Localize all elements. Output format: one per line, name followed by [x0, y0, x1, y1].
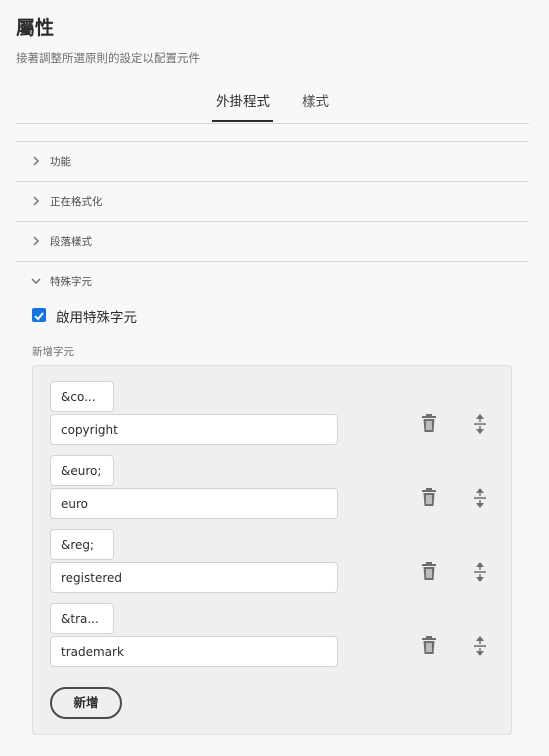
char-name-input[interactable]: trademark — [50, 636, 338, 667]
accordion-paragraph-styles[interactable]: 段落樣式 — [16, 221, 529, 261]
trash-icon[interactable] — [419, 487, 439, 509]
add-char-button[interactable]: 新增 — [50, 687, 122, 719]
accordion-label: 段落樣式 — [50, 236, 92, 248]
chevron-right-icon — [33, 196, 39, 206]
char-code-input[interactable]: &reg; — [50, 529, 114, 560]
reorder-icon[interactable] — [470, 560, 490, 584]
chevron-down-icon — [31, 278, 41, 284]
accordion-formatting[interactable]: 正在格式化 — [16, 181, 529, 221]
accordion-special-chars[interactable]: 特殊字元 — [16, 261, 529, 301]
char-code-input[interactable]: &tra... — [50, 603, 114, 634]
page-subtitle: 接著調整所選原則的設定以配置元件 — [16, 51, 200, 65]
chevron-right-icon — [33, 236, 39, 246]
add-chars-label: 新增字元 — [32, 346, 74, 358]
char-name-input[interactable]: copyright — [50, 414, 338, 445]
tab-plugins[interactable]: 外掛程式 — [216, 90, 270, 110]
chevron-right-icon — [33, 156, 39, 166]
accordion-features[interactable]: 功能 — [16, 141, 529, 181]
char-name-input[interactable]: registered — [50, 562, 338, 593]
reorder-icon[interactable] — [470, 486, 490, 510]
list-item: &reg; registered — [50, 529, 510, 595]
trash-icon[interactable] — [419, 561, 439, 583]
reorder-icon[interactable] — [470, 412, 490, 436]
tab-styles[interactable]: 樣式 — [302, 90, 329, 110]
tabs-divider — [16, 123, 529, 124]
enable-special-chars-checkbox[interactable] — [32, 308, 46, 322]
list-item: &tra... trademark — [50, 603, 510, 669]
special-chars-list: &co... copyright &euro; euro &reg; regis… — [32, 365, 512, 735]
char-name-input[interactable]: euro — [50, 488, 338, 519]
list-item: &co... copyright — [50, 381, 510, 447]
tab-bar: 外掛程式 樣式 — [0, 86, 549, 124]
accordion-label: 特殊字元 — [50, 276, 92, 288]
char-code-input[interactable]: &euro; — [50, 455, 114, 486]
enable-special-chars-label: 啟用特殊字元 — [56, 310, 137, 326]
tab-active-indicator — [212, 120, 273, 122]
accordion-label: 正在格式化 — [50, 196, 103, 208]
page-title: 屬性 — [16, 17, 55, 39]
list-item: &euro; euro — [50, 455, 510, 521]
trash-icon[interactable] — [419, 635, 439, 657]
accordion-label: 功能 — [50, 156, 71, 168]
char-code-input[interactable]: &co... — [50, 381, 114, 412]
checkmark-icon — [34, 312, 44, 321]
reorder-icon[interactable] — [470, 634, 490, 658]
trash-icon[interactable] — [419, 413, 439, 435]
